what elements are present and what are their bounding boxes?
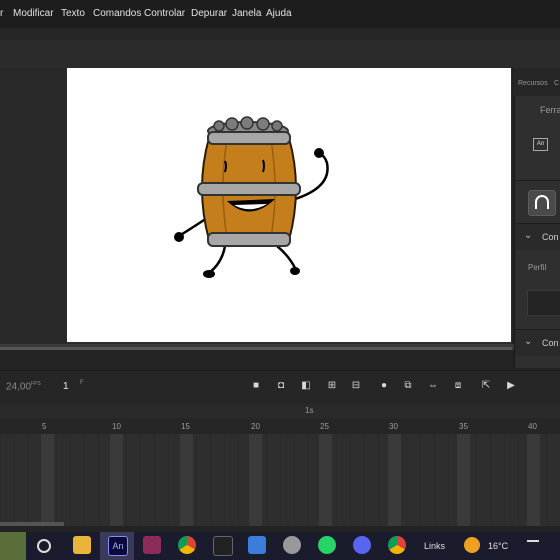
frame-ruler[interactable]: 5 10 15 20 25 30 35 40 xyxy=(0,418,560,435)
frame-label: 40 xyxy=(528,422,537,431)
play-icon[interactable]: ▶ xyxy=(505,380,517,392)
delete-layer-icon[interactable]: ⊟ xyxy=(350,380,362,392)
sync-icon[interactable]: ⧈ xyxy=(452,380,464,392)
tray-chevron-icon[interactable] xyxy=(527,540,539,552)
app-ip-icon[interactable] xyxy=(213,536,233,556)
add-layer-icon[interactable]: ⊞ xyxy=(326,380,338,392)
temperature-readout[interactable]: 16°C xyxy=(488,541,508,551)
stage-canvas[interactable] xyxy=(67,68,511,342)
animate-doc-icon: An xyxy=(533,138,548,151)
seconds-marker: 1s xyxy=(305,406,314,415)
magnet-icon xyxy=(535,195,549,209)
magnet-snap-button[interactable] xyxy=(528,190,556,216)
chrome-icon[interactable] xyxy=(178,536,196,554)
winrar-icon[interactable] xyxy=(143,536,161,554)
section-label-1: Con xyxy=(542,232,559,242)
menu-item-ajuda[interactable]: Ajuda xyxy=(266,8,292,19)
search-circle-icon[interactable] xyxy=(37,539,51,553)
chrome-profile-icon[interactable] xyxy=(388,536,406,554)
weather-icon[interactable] xyxy=(464,537,480,553)
scene-bar xyxy=(0,40,560,68)
loop-icon[interactable]: ⇔ xyxy=(427,380,439,392)
panel-tab-bar: Recursos C xyxy=(514,68,560,96)
timeline-scrollbar[interactable] xyxy=(0,522,64,526)
menu-item-controlar[interactable]: Controlar xyxy=(144,8,185,19)
edit-multiple-icon[interactable]: ⧉ xyxy=(402,380,414,392)
animate-app-icon[interactable]: An xyxy=(108,536,128,556)
section-label-2: Con xyxy=(542,338,559,348)
whatsapp-icon[interactable] xyxy=(318,536,336,554)
frame-grid xyxy=(0,434,560,526)
tool-label-partial: Ferra xyxy=(540,105,560,115)
tools-panel xyxy=(0,68,66,344)
section-header-2[interactable]: ⌄ Con xyxy=(515,329,560,356)
layer-depth-icon[interactable]: ◧ xyxy=(300,380,312,392)
perfil-label: Perfil xyxy=(528,263,547,272)
menu-item-modificar[interactable]: Modificar xyxy=(13,8,54,19)
barrel-character-illustration xyxy=(174,116,329,278)
timeline-frames[interactable] xyxy=(0,434,560,526)
fps-value: 24,00 xyxy=(6,381,32,393)
tab-partial[interactable]: C xyxy=(554,80,559,87)
discord-icon[interactable] xyxy=(353,536,371,554)
export-icon[interactable]: ⇱ xyxy=(480,380,492,392)
tab-recursos[interactable]: Recursos xyxy=(518,80,548,87)
app-face-icon[interactable] xyxy=(283,536,301,554)
fps-readout[interactable]: 24,00FPS xyxy=(6,381,41,392)
widgets-thumbnail-icon[interactable] xyxy=(0,532,26,560)
frame-label: 15 xyxy=(181,422,190,431)
frame-label: 5 xyxy=(42,422,47,431)
first-frame-icon[interactable]: ■ xyxy=(250,380,262,392)
horizontal-scrollbar[interactable] xyxy=(0,347,512,350)
chevron-down-icon: ⌄ xyxy=(524,336,533,347)
file-explorer-icon[interactable] xyxy=(73,536,91,554)
camera-icon[interactable]: ◘ xyxy=(275,380,287,392)
frame-label: 10 xyxy=(112,422,121,431)
frame-label: 30 xyxy=(389,422,398,431)
chevron-down-icon: ⌄ xyxy=(524,230,533,241)
section-header-1[interactable]: ⌄ Con xyxy=(515,223,560,250)
fps-unit: FPS xyxy=(31,381,41,387)
links-toolbar[interactable]: Links xyxy=(424,541,445,551)
menu-item-janela[interactable]: Janela xyxy=(232,8,261,19)
time-ruler: 1s xyxy=(0,404,560,418)
onion-skin-icon[interactable]: ● xyxy=(378,380,390,392)
calculator-icon[interactable] xyxy=(248,536,266,554)
menu-item-texto[interactable]: Texto xyxy=(61,8,85,19)
menu-bar: r Modificar Texto Comandos Controlar Dep… xyxy=(0,0,560,28)
current-frame[interactable]: 1 xyxy=(63,381,69,392)
menu-item-depurar[interactable]: Depurar xyxy=(191,8,227,19)
profile-field[interactable] xyxy=(527,290,560,316)
frame-label: 35 xyxy=(459,422,468,431)
frame-label: 25 xyxy=(320,422,329,431)
frame-label: 20 xyxy=(251,422,260,431)
divider xyxy=(515,180,560,181)
frame-unit: F xyxy=(80,380,84,386)
menu-item-comandos[interactable]: Comandos xyxy=(93,8,141,19)
menu-item-partial[interactable]: r xyxy=(0,8,3,19)
